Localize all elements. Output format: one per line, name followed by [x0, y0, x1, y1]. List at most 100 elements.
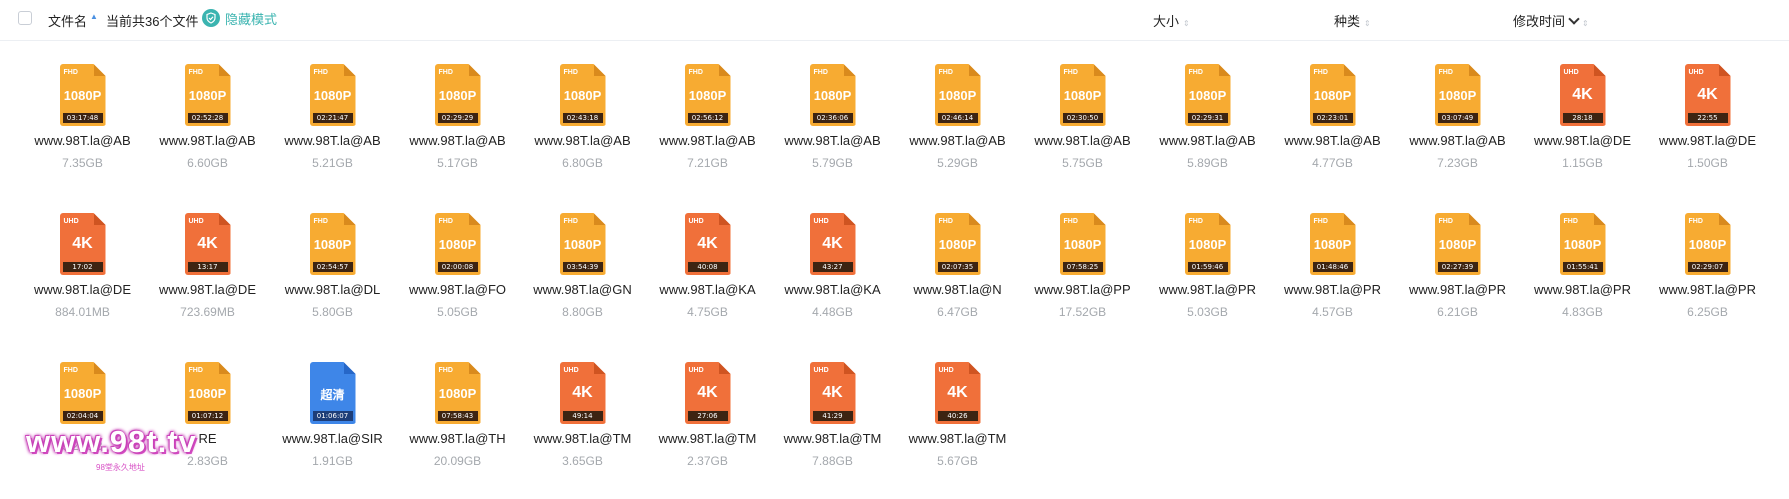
file-item[interactable]: FHD 1080P 02:30:50 www.98T.la@AB 5.75GB	[1020, 52, 1145, 201]
duration-label: 49:14	[562, 411, 603, 421]
file-item[interactable]: FHD 1080P 02:52:28 www.98T.la@AB 6.60GB	[145, 52, 270, 201]
type-column-header[interactable]: 种类 ⇕	[1334, 11, 1371, 30]
sort-idle-icon: ⇕	[1364, 19, 1371, 28]
file-item[interactable]: FHD 1080P 03:07:49 www.98T.la@AB 7.23GB	[1395, 52, 1520, 201]
hidden-mode-toggle[interactable]: 隐藏模式	[202, 8, 277, 28]
file-size: 4.48GB	[812, 305, 853, 319]
duration-label: 02:27:39	[1437, 262, 1478, 272]
size-column-label: 大小	[1153, 14, 1180, 29]
select-all-checkbox[interactable]	[18, 11, 32, 25]
file-item[interactable]: FHD 1080P 01:59:46 www.98T.la@PR 5.03GB	[1145, 201, 1270, 350]
file-size: 6.21GB	[1437, 305, 1478, 319]
file-item[interactable]: FHD 1080P 02:29:07 www.98T.la@PR 6.25GB	[1645, 201, 1770, 350]
duration-label: 02:04:04	[62, 411, 103, 421]
resolution-label: 4K	[1572, 86, 1593, 103]
file-name: www.98T.la@AB	[1034, 133, 1131, 148]
video-file-icon: UHD 4K 22:55	[1684, 64, 1731, 126]
quality-badge: FHD	[188, 69, 203, 76]
resolution-label: 1080P	[1688, 237, 1727, 252]
file-item[interactable]: UHD 4K 17:02 www.98T.la@DE 884.01MB	[20, 201, 145, 350]
file-name: www.98T.la@PR	[1658, 282, 1756, 297]
quality-badge: FHD	[438, 367, 453, 374]
file-name: www.98T.la@AB	[1409, 133, 1506, 148]
file-item[interactable]: UHD 4K 28:18 www.98T.la@DE 1.15GB	[1520, 52, 1645, 201]
file-size: 1.15GB	[1562, 156, 1603, 170]
file-item[interactable]: FHD 1080P 02:27:39 www.98T.la@PR 6.21GB	[1395, 201, 1520, 350]
file-item[interactable]: FHD 1080P 02:00:08 www.98T.la@FO 5.05GB	[395, 201, 520, 350]
resolution-label: 1080P	[688, 88, 727, 103]
file-size: 2.37GB	[687, 454, 728, 468]
file-item[interactable]: UHD 4K 40:08 www.98T.la@KA 4.75GB	[645, 201, 770, 350]
file-item[interactable]: FHD 1080P 02:21:47 www.98T.la@AB 5.21GB	[270, 52, 395, 201]
video-file-icon: FHD 1080P 02:07:35	[934, 213, 981, 275]
file-item[interactable]: FHD 1080P 01:48:46 www.98T.la@PR 4.57GB	[1270, 201, 1395, 350]
duration-label: 02:30:50	[1062, 113, 1103, 123]
resolution-label: 1080P	[1438, 88, 1477, 103]
resolution-label: 1080P	[1063, 88, 1102, 103]
video-file-icon: UHD 4K 28:18	[1559, 64, 1606, 126]
quality-badge: FHD	[688, 69, 703, 76]
file-item[interactable]: FHD 1080P 02:54:57 www.98T.la@DL 5.80GB	[270, 201, 395, 350]
file-item[interactable]: UHD 4K 27:06 www.98T.la@TM 2.37GB	[645, 350, 770, 499]
file-size: 6.60GB	[187, 156, 228, 170]
quality-badge: UHD	[1688, 69, 1704, 76]
file-item[interactable]: FHD 1080P 03:17:48 www.98T.la@AB 7.35GB	[20, 52, 145, 201]
duration-label: 03:54:39	[562, 262, 603, 272]
file-item[interactable]: FHD 1080P 02:29:29 www.98T.la@AB 5.17GB	[395, 52, 520, 201]
resolution-label: 4K	[1697, 86, 1718, 103]
resolution-label: 1080P	[938, 88, 977, 103]
file-item[interactable]: FHD 1080P 02:07:35 www.98T.la@N 6.47GB	[895, 201, 1020, 350]
video-file-icon: FHD 1080P 03:17:48	[59, 64, 106, 126]
file-item[interactable]: FHD 1080P 02:23:01 www.98T.la@AB 4.77GB	[1270, 52, 1395, 201]
file-item[interactable]: UHD 4K 22:55 www.98T.la@DE 1.50GB	[1645, 52, 1770, 201]
file-size: 7.21GB	[687, 156, 728, 170]
duration-label: 02:54:57	[312, 262, 353, 272]
file-item[interactable]: UHD 4K 43:27 www.98T.la@KA 4.48GB	[770, 201, 895, 350]
quality-badge: UHD	[188, 218, 204, 225]
file-name: www.98T.la@PR	[1158, 282, 1256, 297]
file-item[interactable]: FHD 1080P 02:46:14 www.98T.la@AB 5.29GB	[895, 52, 1020, 201]
resolution-label: 1080P	[438, 386, 477, 401]
file-item[interactable]: FHD 1080P 07:58:25 www.98T.la@PP 17.52GB	[1020, 201, 1145, 350]
file-item[interactable]: UHD 4K 49:14 www.98T.la@TM 3.65GB	[520, 350, 645, 499]
file-item[interactable]: FHD 1080P 02:56:12 www.98T.la@AB 7.21GB	[645, 52, 770, 201]
duration-label: 03:17:48	[62, 113, 103, 123]
duration-label: 17:02	[62, 262, 103, 272]
file-item[interactable]: FHD 1080P 02:43:18 www.98T.la@AB 6.80GB	[520, 52, 645, 201]
resolution-label: 1080P	[313, 237, 352, 252]
file-item[interactable]: FHD 1080P 02:29:31 www.98T.la@AB 5.89GB	[1145, 52, 1270, 201]
file-item[interactable]: FHD 1080P 07:58:43 www.98T.la@TH 20.09GB	[395, 350, 520, 499]
resolution-label: 4K	[197, 235, 218, 252]
video-file-icon: FHD 1080P 01:48:46	[1309, 213, 1356, 275]
file-size: 1.91GB	[312, 454, 353, 468]
modified-time-column-header[interactable]: 修改时间 ⇕	[1513, 11, 1589, 30]
file-item[interactable]: FHD 1080P 02:36:06 www.98T.la@AB 5.79GB	[770, 52, 895, 201]
file-size: 6.47GB	[937, 305, 978, 319]
file-item[interactable]: UHD 4K 40:26 www.98T.la@TM 5.67GB	[895, 350, 1020, 499]
duration-label: 02:29:07	[1687, 262, 1728, 272]
video-file-icon: 超清 01:06:07	[309, 362, 356, 424]
file-size: 5.21GB	[312, 156, 353, 170]
file-item[interactable]: 超清 01:06:07 www.98T.la@SIR 1.91GB	[270, 350, 395, 499]
file-size: 8.80GB	[562, 305, 603, 319]
resolution-label: 1080P	[188, 386, 227, 401]
size-column-header[interactable]: 大小 ⇕	[1153, 11, 1190, 30]
sort-ascending-icon[interactable]: ▲	[90, 12, 98, 21]
duration-label: 01:06:07	[312, 411, 353, 421]
quality-badge: UHD	[813, 367, 829, 374]
file-size: 4.75GB	[687, 305, 728, 319]
file-size: 5.89GB	[1187, 156, 1228, 170]
quality-badge: UHD	[63, 218, 79, 225]
duration-label: 13:17	[187, 262, 228, 272]
quality-badge: FHD	[813, 69, 828, 76]
resolution-label: 1080P	[563, 237, 602, 252]
name-column-header[interactable]: 文件名	[48, 11, 87, 30]
duration-label: 03:07:49	[1437, 113, 1478, 123]
file-item[interactable]: UHD 4K 41:29 www.98T.la@TM 7.88GB	[770, 350, 895, 499]
file-item[interactable]: FHD 1080P 01:55:41 www.98T.la@PR 4.83GB	[1520, 201, 1645, 350]
file-item[interactable]: FHD 1080P 03:54:39 www.98T.la@GN 8.80GB	[520, 201, 645, 350]
file-list-header: 文件名 ▲ 当前共36个文件 隐藏模式 大小 ⇕ 种类 ⇕ 修改时间 ⇕	[0, 0, 1789, 41]
file-name: www.98T.la@PR	[1408, 282, 1506, 297]
file-item[interactable]: UHD 4K 13:17 www.98T.la@DE 723.69MB	[145, 201, 270, 350]
quality-badge: UHD	[688, 218, 704, 225]
